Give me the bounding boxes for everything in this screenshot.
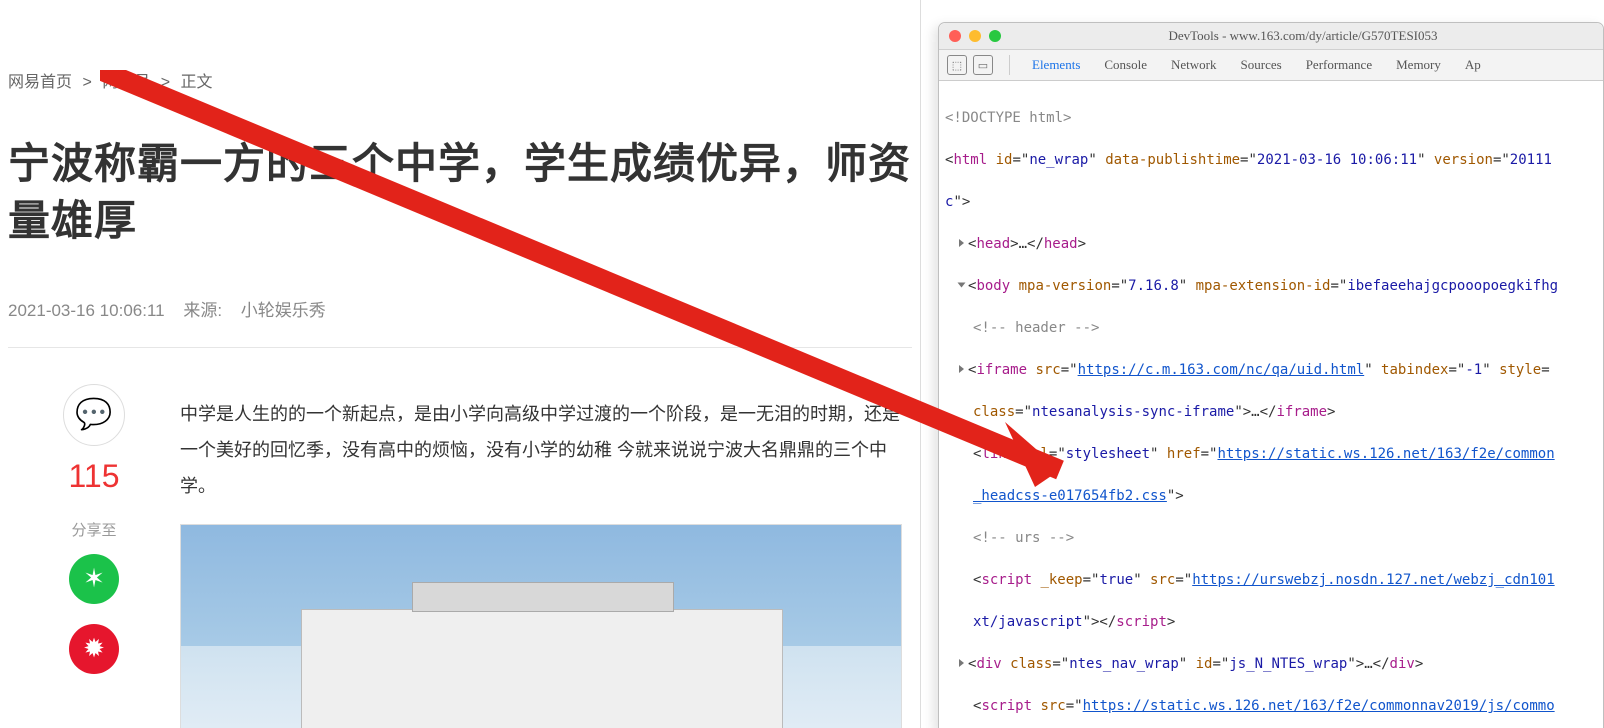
dom-line[interactable]: <body mpa-version="7.16.8" mpa-extension…	[945, 276, 1597, 297]
inspect-icon[interactable]: ⬚	[947, 55, 967, 75]
crumb-sep: >	[82, 74, 91, 91]
crumb-channel[interactable]: 网易号	[102, 74, 150, 91]
dom-line[interactable]: <script src="https://static.ws.126.net/1…	[945, 696, 1597, 717]
article-title: 宁波称霸一方的三个中学，学生成绩优异，师资量雄厚	[0, 136, 920, 249]
share-sidebar: 💬 115 分享至 ✶ ✹	[8, 374, 180, 728]
article-source: 来源: 小轮娱乐秀	[183, 301, 339, 320]
share-label: 分享至	[8, 519, 180, 540]
devtools-toolbar: ⬚ ▭ Elements Console Network Sources Per…	[939, 50, 1603, 81]
comment-count[interactable]: 115	[8, 458, 180, 495]
dom-line[interactable]: class="ntesanalysis-sync-iframe">…</ifra…	[945, 402, 1597, 423]
tab-performance[interactable]: Performance	[1306, 57, 1372, 73]
dom-line[interactable]: <div class="ntes_nav_wrap" id="js_N_NTES…	[945, 654, 1597, 675]
article-page: 网易首页 > 网易号 > 正文 宁波称霸一方的三个中学，学生成绩优异，师资量雄厚…	[0, 0, 921, 728]
tab-memory[interactable]: Memory	[1396, 57, 1441, 73]
devtools-titlebar[interactable]: DevTools - www.163.com/dy/article/G570TE…	[939, 23, 1603, 50]
wechat-icon[interactable]: ✶	[69, 554, 119, 604]
crumb-current: 正文	[181, 74, 213, 91]
article-meta: 2021-03-16 10:06:11 来源: 小轮娱乐秀	[0, 278, 920, 347]
crumb-sep: >	[161, 74, 170, 91]
tab-console[interactable]: Console	[1104, 57, 1147, 73]
devtools-dom-tree[interactable]: <!DOCTYPE html> <html id="ne_wrap" data-…	[939, 81, 1603, 728]
building-shape	[301, 609, 783, 728]
dom-line[interactable]: <!-- urs -->	[945, 528, 1597, 549]
crumb-home[interactable]: 网易首页	[8, 74, 72, 91]
comment-icon[interactable]: 💬	[63, 384, 125, 446]
dom-line[interactable]: c">	[945, 192, 1597, 213]
article-hero-image	[180, 524, 902, 728]
dom-line[interactable]: xt/javascript"></script>	[945, 612, 1597, 633]
tab-elements[interactable]: Elements	[1032, 57, 1080, 73]
article-body: 中学是人生的的一个新起点，是由小学向高级中学过渡的一个阶段，是一无泪的时期，还是…	[180, 374, 912, 728]
dom-line[interactable]: <link rel="stylesheet" href="https://sta…	[945, 444, 1597, 465]
article-paragraph: 中学是人生的的一个新起点，是由小学向高级中学过渡的一个阶段，是一无泪的时期，还是…	[180, 396, 912, 504]
devtools-window: DevTools - www.163.com/dy/article/G570TE…	[938, 22, 1604, 728]
breadcrumb: 网易首页 > 网易号 > 正文	[0, 0, 920, 108]
device-icon[interactable]: ▭	[973, 55, 993, 75]
tab-application[interactable]: Ap	[1465, 57, 1481, 73]
dom-line[interactable]: _headcss-e017654fb2.css">	[945, 486, 1597, 507]
divider	[8, 347, 912, 348]
tab-network[interactable]: Network	[1171, 57, 1217, 73]
minimize-icon[interactable]	[969, 30, 981, 42]
dom-line[interactable]: <head>…</head>	[945, 234, 1597, 255]
dom-line[interactable]: <iframe src="https://c.m.163.com/nc/qa/u…	[945, 360, 1597, 381]
tab-sources[interactable]: Sources	[1241, 57, 1282, 73]
maximize-icon[interactable]	[989, 30, 1001, 42]
divider	[1009, 55, 1010, 75]
article-date: 2021-03-16 10:06:11	[8, 301, 165, 320]
dom-line[interactable]: <html id="ne_wrap" data-publishtime="202…	[945, 150, 1597, 171]
window-controls[interactable]	[949, 30, 1001, 42]
weibo-icon[interactable]: ✹	[69, 624, 119, 674]
dom-line[interactable]: <!-- header -->	[945, 318, 1597, 339]
screenshot-stage: 网易首页 > 网易号 > 正文 宁波称霸一方的三个中学，学生成绩优异，师资量雄厚…	[0, 0, 1604, 728]
devtools-title: DevTools - www.163.com/dy/article/G570TE…	[1013, 28, 1593, 44]
close-icon[interactable]	[949, 30, 961, 42]
dom-line[interactable]: <script _keep="true" src="https://ursweb…	[945, 570, 1597, 591]
dom-line[interactable]: <!DOCTYPE html>	[945, 108, 1597, 129]
